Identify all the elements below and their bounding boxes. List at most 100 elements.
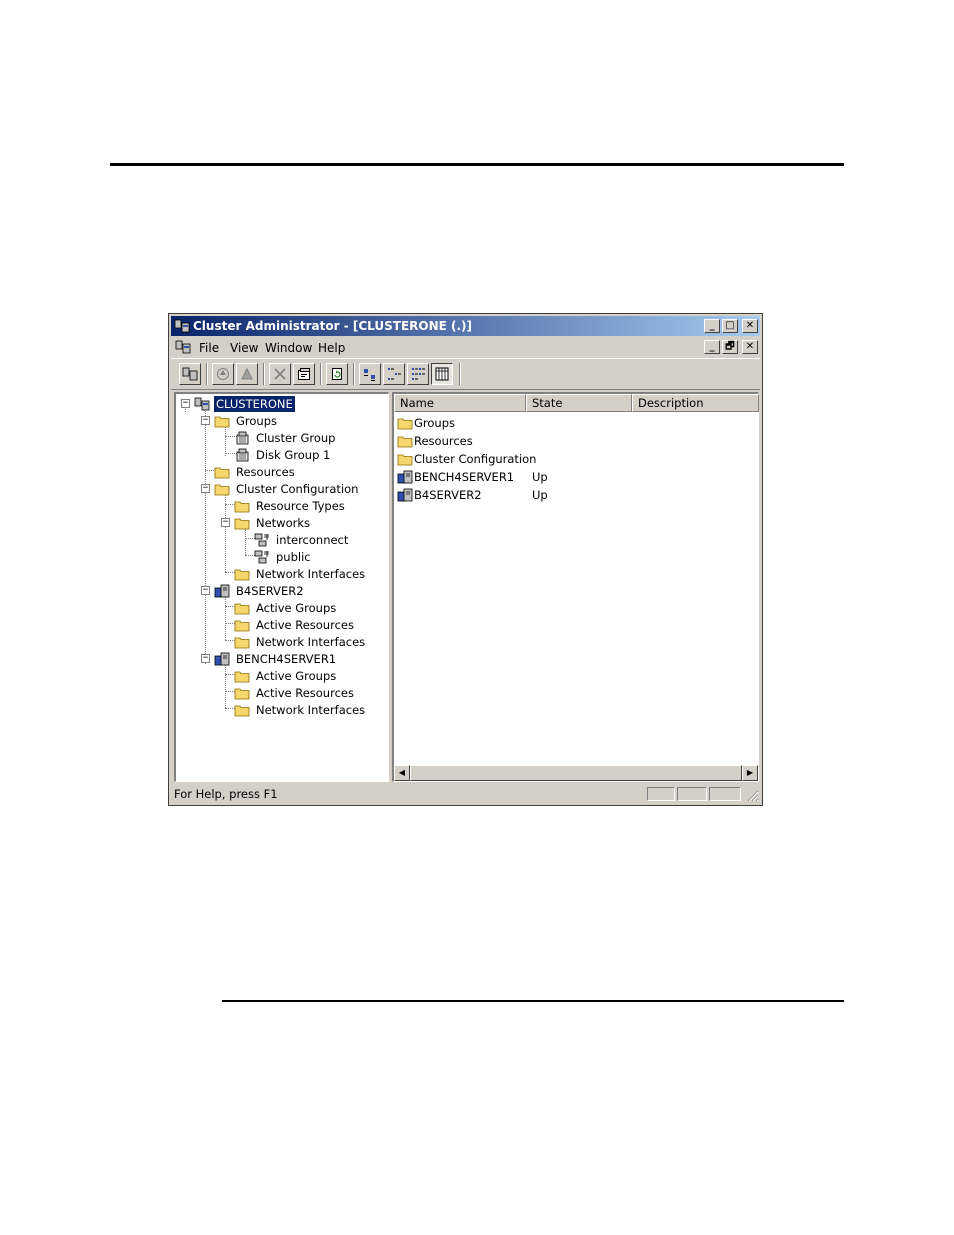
- network-icon: [254, 533, 269, 547]
- tree-pane[interactable]: − − − − − − CLUSTERONE Groups Cluster Gr…: [174, 392, 389, 782]
- minimize-button[interactable]: _: [704, 319, 720, 333]
- take-offline-button[interactable]: [236, 363, 258, 385]
- list-item[interactable]: Cluster Configuration: [394, 451, 754, 468]
- tree-item-label: Resources: [236, 465, 295, 479]
- expander-cluster-configuration[interactable]: −: [201, 484, 210, 493]
- cluster-icon: [194, 397, 210, 411]
- tree-item-label: Networks: [256, 516, 311, 530]
- open-connection-button[interactable]: [179, 363, 201, 385]
- list-item[interactable]: BENCH4SERVER1 Up: [394, 469, 754, 486]
- scroll-right-icon[interactable]: ▶: [742, 765, 758, 781]
- delete-button[interactable]: [269, 363, 291, 385]
- server-icon: [214, 652, 230, 666]
- large-icons-button[interactable]: [359, 363, 381, 385]
- bottom-rule: [222, 1000, 844, 1002]
- list-view-button[interactable]: [407, 363, 429, 385]
- list-pane[interactable]: Name State Description Groups Resources …: [392, 392, 759, 782]
- group-icon: [236, 448, 249, 462]
- tree-item-label: Disk Group 1: [256, 448, 331, 462]
- online-icon: [217, 368, 229, 380]
- tree-item-label: public: [276, 550, 311, 564]
- toolbar: [171, 358, 760, 390]
- document-icon[interactable]: [175, 340, 191, 354]
- tree-item-label: BENCH4SERVER1: [236, 652, 337, 666]
- tree-item-label: Resource Types: [256, 499, 345, 513]
- tree-item-label: B4SERVER2: [236, 584, 304, 598]
- child-minimize-button[interactable]: _: [704, 340, 720, 354]
- folder-icon: [234, 569, 250, 581]
- list-item-name: Groups: [414, 416, 456, 430]
- cluster-admin-window: Cluster Administrator - [CLUSTERONE (.)]…: [168, 313, 763, 806]
- list-view-icon: [412, 368, 425, 380]
- group-icon: [236, 431, 249, 445]
- large-icons-icon: [364, 369, 375, 381]
- tree-item-label: Active Groups: [256, 601, 337, 615]
- status-panel: [647, 787, 675, 801]
- horizontal-scrollbar[interactable]: ◀ ▶: [394, 765, 758, 781]
- list-item-name: B4SERVER2: [414, 488, 482, 502]
- list-item[interactable]: Resources: [394, 433, 754, 450]
- connection-icon: [182, 367, 198, 381]
- list-item[interactable]: B4SERVER2 Up: [394, 487, 754, 504]
- expander-bench4server1[interactable]: −: [201, 654, 210, 663]
- scroll-left-icon[interactable]: ◀: [394, 765, 410, 781]
- delete-icon: [274, 368, 286, 380]
- child-restore-button[interactable]: 🗗: [722, 340, 738, 354]
- menu-help[interactable]: Help: [318, 341, 345, 355]
- properties-icon: [298, 368, 310, 380]
- scroll-thumb[interactable]: [410, 765, 742, 781]
- details-view-button[interactable]: [431, 363, 453, 385]
- menu-window[interactable]: Window: [265, 341, 312, 355]
- child-close-button[interactable]: ✕: [742, 340, 758, 354]
- tree-item-label: Groups: [236, 414, 278, 428]
- server-icon: [214, 584, 230, 598]
- small-icons-button[interactable]: [383, 363, 405, 385]
- close-button[interactable]: ✕: [742, 319, 758, 333]
- folder-icon: [234, 705, 250, 717]
- status-panel: [709, 787, 741, 801]
- tree-item-label: Active Groups: [256, 669, 337, 683]
- tree-item-label: Network Interfaces: [256, 567, 366, 581]
- folder-icon: [234, 501, 250, 513]
- tree-item-label: Network Interfaces: [256, 635, 366, 649]
- folder-icon: [234, 620, 250, 632]
- folder-icon: [234, 518, 250, 530]
- menu-view[interactable]: View: [230, 341, 258, 355]
- folder-icon: [214, 484, 230, 496]
- status-bar: For Help, press F1: [171, 785, 760, 803]
- status-panel: [677, 787, 707, 801]
- tree-item-label: CLUSTERONE: [213, 395, 296, 413]
- list-item-name: Cluster Configuration: [414, 452, 537, 466]
- bring-online-button[interactable]: [212, 363, 234, 385]
- expander-b4server2[interactable]: −: [201, 586, 210, 595]
- list-item[interactable]: Groups: [394, 415, 754, 432]
- folder-icon: [397, 436, 413, 448]
- folder-icon: [214, 467, 230, 479]
- tree-item-label: Cluster Configuration: [236, 482, 359, 496]
- refresh-button[interactable]: [326, 363, 348, 385]
- list-item-name: Resources: [414, 434, 473, 448]
- column-header-description[interactable]: Description: [632, 394, 759, 412]
- folder-icon: [234, 671, 250, 683]
- details-view-icon: [435, 367, 449, 381]
- server-icon: [397, 470, 413, 484]
- column-header-state[interactable]: State: [526, 394, 632, 412]
- list-item-state: Up: [532, 488, 548, 502]
- folder-icon: [397, 418, 413, 430]
- menu-bar: File View Window Help _ 🗗 ✕: [171, 338, 760, 357]
- expander-groups[interactable]: −: [201, 416, 210, 425]
- properties-button[interactable]: [293, 363, 315, 385]
- window-title: Cluster Administrator - [CLUSTERONE (.)]: [193, 319, 473, 333]
- title-bar[interactable]: Cluster Administrator - [CLUSTERONE (.)]…: [171, 316, 760, 336]
- maximize-button[interactable]: □: [722, 319, 738, 333]
- resize-grip-icon[interactable]: [747, 790, 759, 802]
- menu-file[interactable]: File: [199, 341, 219, 355]
- network-icon: [254, 550, 269, 564]
- expander-clusterone[interactable]: −: [181, 399, 190, 408]
- expander-networks[interactable]: −: [221, 518, 230, 527]
- tree-item-label: Active Resources: [256, 618, 354, 632]
- column-header-name[interactable]: Name: [394, 394, 526, 412]
- folder-icon: [234, 603, 250, 615]
- offline-icon: [241, 367, 253, 380]
- folder-icon: [214, 416, 230, 428]
